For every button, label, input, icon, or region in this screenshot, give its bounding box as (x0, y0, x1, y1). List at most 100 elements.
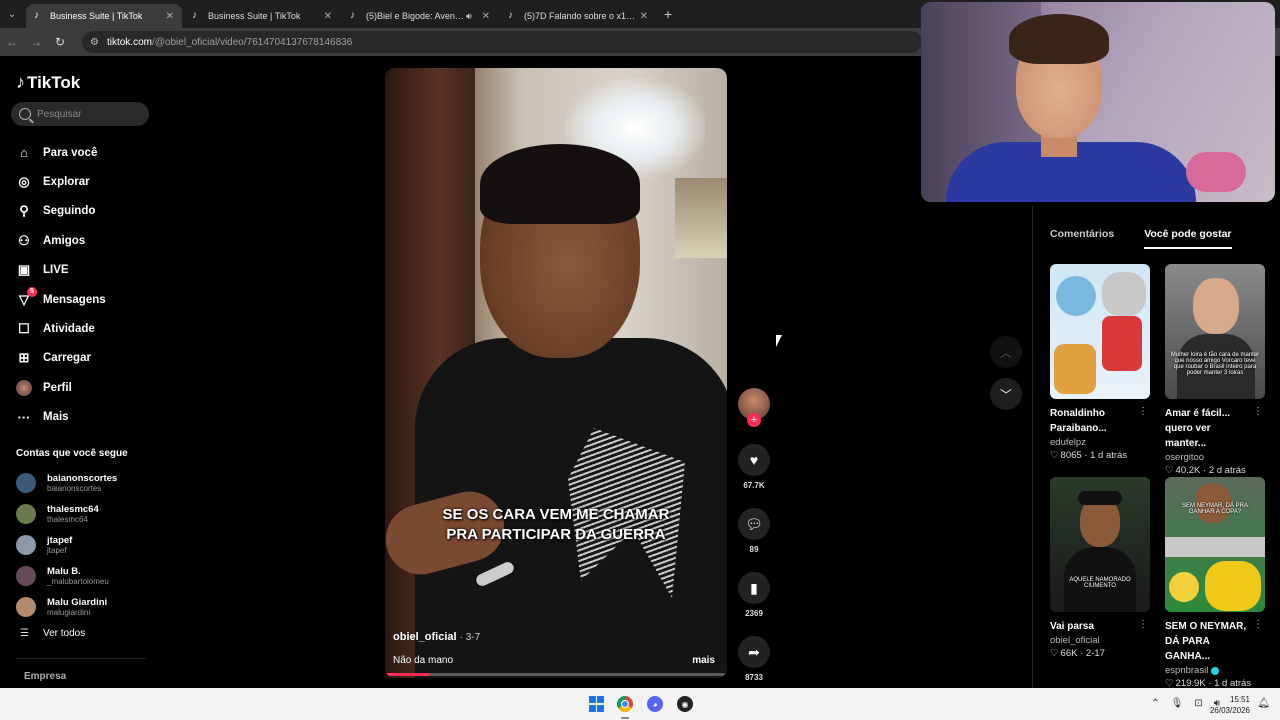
speaker-icon[interactable]: 🔊︎ (466, 11, 472, 22)
thumbnail-text: Mulher loira é tão cara de manter que no… (1170, 352, 1260, 376)
site-info-icon[interactable]: ⚙︎ (90, 37, 99, 48)
nav-item-amigos[interactable]: ⚇ Amigos (16, 226, 106, 255)
card-age: 2 d atrás (1208, 465, 1246, 476)
card-author[interactable]: obiel_oficial (1050, 635, 1150, 646)
clock-date: 26/03/2026 (1209, 706, 1250, 715)
url-field[interactable]: ⚙︎ tiktok.com/@obiel_oficial/video/76147… (82, 31, 922, 53)
card-likes: 40.2K (1175, 465, 1201, 476)
tiktok-logo[interactable]: ♪ TikTok (16, 72, 80, 93)
video-thumbnail[interactable]: SEM NEYMAR, DÁ PRA GANHAR A COPA? (1165, 477, 1265, 612)
heart-icon: ♡ (1050, 450, 1059, 461)
card-author[interactable]: osergitoo (1165, 452, 1265, 463)
search-icon (19, 108, 31, 120)
recommended-video-card[interactable]: Ronaldinho Paraibano... ⋮ edufelpz ♡ 8065… (1050, 264, 1150, 477)
video-progress-bar[interactable] (385, 673, 727, 676)
system-clock[interactable]: 15:51 26/03/2026 (1210, 694, 1250, 716)
close-tab-icon[interactable]: ✕ (166, 11, 174, 22)
notification-icon[interactable]: 🔔︎ (1257, 698, 1270, 709)
follow-plus-icon[interactable]: + (747, 413, 761, 427)
next-video-button[interactable]: ﹀ (990, 378, 1022, 410)
nav-item-perfil[interactable]: Perfil (16, 373, 106, 402)
creator-avatar[interactable]: + (738, 388, 770, 427)
more-options-icon[interactable]: ⋮ (1138, 406, 1148, 417)
nav-item-live[interactable]: ▣ LIVE (16, 256, 106, 285)
nav-item-seguindo[interactable]: ⚲ Seguindo (16, 197, 106, 226)
action-bar: + ♥ 67.7K 💬︎ 89 ▮ 2369 ➦ 8733 (737, 388, 771, 720)
close-tab-icon[interactable]: ✕ (640, 11, 648, 22)
video-thumbnail[interactable]: Mulher loira é tão cara de manter que no… (1165, 264, 1265, 399)
avatar (16, 473, 36, 494)
following-account[interactable]: thalesmc64 thalesmc64 (16, 499, 117, 530)
video-player[interactable]: SE OS CARA VEM ME CHAMAR PRA PARTICIPAR … (385, 68, 727, 678)
company-link[interactable]: Empresa (24, 671, 66, 682)
card-title: Vai parsa (1050, 621, 1094, 632)
obs-icon[interactable]: ◉ (677, 696, 693, 712)
nav-item-carregar[interactable]: ⊞ Carregar (16, 344, 106, 373)
search-input[interactable] (37, 108, 137, 120)
close-tab-icon[interactable]: ✕ (324, 11, 332, 22)
nav-item-para-voce[interactable]: ⌂ Para você (16, 138, 106, 167)
video-author-name[interactable]: obiel_oficial (393, 631, 457, 643)
browser-tab[interactable]: ♪ Business Suite | TikTok ✕ (26, 4, 182, 28)
recommended-video-card[interactable]: Mulher loira é tão cara de manter que no… (1165, 264, 1265, 477)
video-author[interactable]: obiel_oficial · 3-7 (393, 631, 480, 643)
back-button[interactable]: ← (0, 35, 24, 49)
see-all-button[interactable]: ☰ Ver todos (20, 628, 85, 639)
account-handle: baianonscortes (47, 484, 102, 494)
close-tab-icon[interactable]: ✕ (482, 11, 490, 22)
more-button[interactable]: mais (692, 655, 715, 666)
more-options-icon[interactable]: ⋮ (1253, 619, 1263, 630)
video-thumbnail[interactable] (1050, 264, 1150, 399)
card-author[interactable]: edufelpz (1050, 437, 1150, 448)
card-age: 2-17 (1085, 648, 1105, 659)
tab-voce-pode-gostar[interactable]: Você pode gostar (1144, 228, 1232, 249)
heart-icon[interactable]: ♥ (738, 444, 770, 476)
new-tab-button[interactable]: + (664, 6, 672, 22)
share-icon[interactable]: ➦ (738, 636, 770, 668)
forward-button[interactable]: → (24, 35, 48, 49)
share-action[interactable]: ➦ 8733 (737, 636, 771, 682)
bookmark-icon[interactable]: ▮ (738, 572, 770, 604)
following-account[interactable]: jtapef jtapef (16, 530, 117, 561)
comment-action[interactable]: 💬︎ 89 (737, 508, 771, 554)
video-thumbnail[interactable]: AQUELE NAMORADO CIUMENTO (1050, 477, 1150, 612)
account-handle: malugiardini (47, 607, 91, 617)
like-action[interactable]: ♥ 67.7K (737, 444, 771, 490)
tab-comentarios[interactable]: Comentários (1050, 228, 1114, 249)
save-action[interactable]: ▮ 2369 (737, 572, 771, 618)
windows-start-icon[interactable] (588, 696, 604, 712)
following-account[interactable]: baianonscortes baianonscortes (16, 468, 117, 499)
browser-tab[interactable]: ♪ (5)Biel e Bigode: Aventuras 🔊︎ ✕ (342, 4, 498, 28)
live-icon: ▣ (17, 262, 31, 278)
save-count: 2369 (745, 609, 763, 618)
nav-item-mensagens[interactable]: ▽ 5 Mensagens (16, 285, 106, 314)
nav-item-mais[interactable]: ··· Mais (16, 403, 106, 432)
recommended-video-card[interactable]: AQUELE NAMORADO CIUMENTO Vai parsa ⋮ obi… (1050, 477, 1150, 690)
tab-search-button[interactable]: ⌄ (0, 0, 24, 28)
following-account[interactable]: Malu B. _malubartolomeu (16, 560, 117, 591)
nav-item-explorar[interactable]: ◎ Explorar (16, 167, 106, 196)
following-account[interactable]: Malu Giardini malugiardini (16, 591, 117, 622)
more-options-icon[interactable]: ⋮ (1253, 406, 1263, 417)
tab-title: Business Suite | TikTok (208, 11, 301, 21)
more-options-icon[interactable]: ⋮ (1138, 619, 1148, 630)
comment-icon[interactable]: 💬︎ (738, 508, 770, 540)
discord-icon[interactable]: ◕ (647, 696, 663, 712)
nav-item-atividade[interactable]: ☐ Atividade (16, 314, 106, 343)
recommended-video-card[interactable]: SEM NEYMAR, DÁ PRA GANHAR A COPA? SEM O … (1165, 477, 1265, 690)
avatar (16, 504, 36, 525)
microphone-icon[interactable]: 🎙︎ (1171, 698, 1184, 709)
previous-video-button[interactable]: ︿ (990, 336, 1022, 368)
card-author[interactable]: espnbrasil (1165, 665, 1265, 676)
network-icon[interactable]: ⊡ (1194, 698, 1202, 709)
card-meta: ♡ 66K · 2-17 (1050, 648, 1105, 659)
chevron-up-icon[interactable]: ⌃ (1151, 698, 1159, 709)
chrome-icon[interactable] (617, 696, 633, 712)
tab-title: (5)Biel e Bigode: Aventuras (366, 11, 466, 21)
brand-name: TikTok (27, 72, 81, 92)
browser-tab[interactable]: ♪ Business Suite | TikTok ✕ (184, 4, 340, 28)
search-box[interactable] (11, 102, 149, 126)
reload-button[interactable]: ↻ (48, 35, 72, 49)
recommended-grid: Ronaldinho Paraibano... ⋮ edufelpz ♡ 8065… (1050, 264, 1265, 690)
browser-tab[interactable]: ♪ (5)7D Falando sobre o x1 🎯 #fy ✕ (500, 4, 656, 28)
